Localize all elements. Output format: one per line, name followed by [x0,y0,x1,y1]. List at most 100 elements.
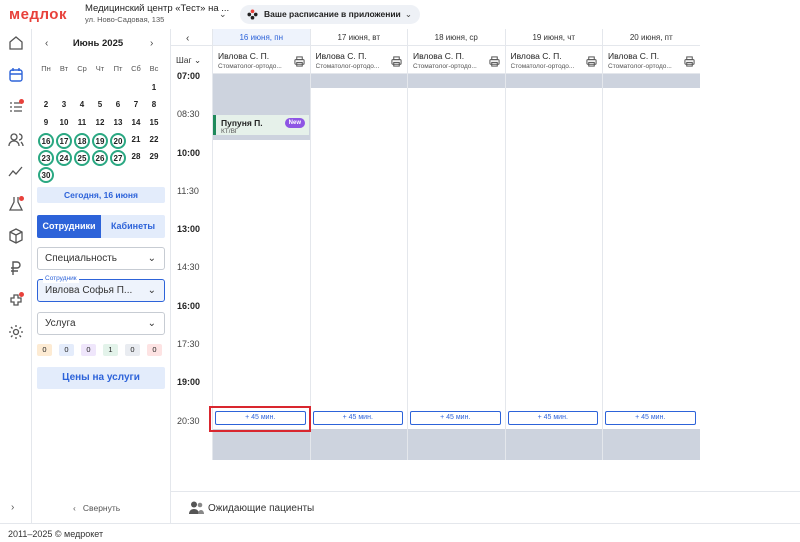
service-select-value: Услуга [45,318,76,329]
doctor-cell[interactable]: Ивлова С. П. Стоматолог-ортодо... [602,46,700,74]
calendar-day[interactable]: 8 [146,98,162,114]
calendar-day[interactable]: 17 [56,133,72,149]
doctor-cell[interactable]: Ивлова С. П. Стоматолог-ортодо... [407,46,505,74]
ruble-icon[interactable] [8,260,24,276]
calendar-day[interactable]: 16 [38,133,54,149]
status-counter[interactable]: 0 [59,344,74,356]
calendar-day[interactable]: 21 [128,133,144,149]
analytics-icon[interactable] [8,164,24,180]
status-counter[interactable]: 0 [37,344,52,356]
calendar-day[interactable]: 28 [128,150,144,166]
new-badge: New [284,118,305,128]
time-label: 13:00 [177,224,201,234]
step-select[interactable]: Шаг ⌄ [176,55,201,66]
add-slot-button[interactable]: + 45 мин. [507,411,598,425]
calendar-day[interactable]: 24 [56,150,72,166]
print-icon[interactable] [488,56,500,67]
calendar-day[interactable]: 30 [38,167,54,183]
calendar-day[interactable]: 20 [110,133,126,149]
print-icon[interactable] [586,56,597,67]
day-header[interactable]: 17 июня, вт [309,29,407,46]
closed-period [505,429,602,460]
calendar-day[interactable]: 27 [110,150,126,166]
add-slot-button[interactable]: + 45 мин. [312,411,403,425]
home-icon[interactable] [8,35,24,51]
calendar-day[interactable]: 22 [146,133,162,149]
status-counter[interactable]: 1 [103,344,118,356]
calendar-day[interactable]: 10 [56,116,72,132]
calendar-day[interactable]: 23 [38,150,54,166]
waiting-patients-bar[interactable]: Ожидающие пациенты [171,491,800,523]
calendar-day[interactable]: 5 [92,98,108,114]
closed-period [408,429,505,460]
status-counter[interactable]: 0 [125,344,140,356]
calendar-day[interactable]: 25 [74,150,90,166]
next-month-icon[interactable]: › [150,38,153,49]
calendar-day[interactable]: 2 [38,98,54,114]
calendar-day[interactable]: 1 [146,81,162,97]
day-column[interactable] [602,74,700,460]
day-header[interactable]: 16 июня, пн [212,29,310,46]
day-column[interactable] [309,74,407,460]
add-slot-button[interactable]: + 45 мин. [410,411,501,425]
calendar-day[interactable]: 11 [74,116,90,132]
calendar-day[interactable]: 15 [146,116,162,132]
doctor-specialty: Стоматолог-ортодо... [218,63,282,70]
settings-icon[interactable] [8,324,24,340]
calendar-day[interactable]: 7 [128,98,144,114]
calendar-day[interactable]: 4 [74,98,90,114]
calendar-day[interactable]: 3 [56,98,72,114]
users-icon[interactable] [8,132,24,148]
calendar-day[interactable]: 6 [110,98,126,114]
doctor-name: Ивлова С. П. [608,51,660,61]
lab-icon[interactable] [8,196,24,212]
day-header[interactable]: 19 июня, чт [504,29,602,46]
print-icon[interactable] [293,56,305,67]
print-icon[interactable] [683,56,695,67]
calendar-day[interactable]: 14 [128,116,144,132]
service-select[interactable]: Услуга ⌄ [37,312,165,335]
tab-rooms[interactable]: Кабинеты [101,215,165,238]
clinic-address: ул. Ново-Садовая, 135 [85,15,165,24]
app-promo-button[interactable]: Ваше расписание в приложении ⌄ [240,5,420,24]
clinic-dropdown-chevron-icon[interactable]: ⌄ [219,9,227,20]
closed-period [603,429,700,460]
status-counter[interactable]: 0 [81,344,96,356]
day-column[interactable] [504,74,602,460]
appointment-card[interactable]: Пупуня П. КТ/ВГ New [213,115,309,135]
calendar-day[interactable]: 29 [146,150,162,166]
calendar-day[interactable]: 26 [92,150,108,166]
status-counter[interactable]: 0 [147,344,162,356]
employee-select-label: Сотрудник [43,274,79,283]
clinic-name[interactable]: Медицинский центр «Тест» на ... [85,3,229,14]
specialty-select[interactable]: Специальность ⌄ [37,247,165,270]
day-column[interactable] [407,74,505,460]
specialty-select-value: Специальность [45,253,117,264]
print-icon[interactable] [391,56,402,67]
collapse-button[interactable]: ‹ Свернуть [73,503,120,513]
day-header[interactable]: 20 июня, пт [602,29,700,46]
calendar-day[interactable]: 12 [92,116,108,132]
today-button[interactable]: Сегодня, 16 июня [37,187,165,203]
tasks-icon[interactable] [8,99,24,115]
calendar-day[interactable]: 13 [110,116,126,132]
doctor-cell[interactable]: Ивлова С. П. Стоматолог-ортодо... [212,46,310,74]
tab-staff[interactable]: Сотрудники [37,215,101,238]
integrations-icon[interactable] [8,292,24,308]
add-slot-button[interactable]: + 45 мин. [605,411,696,425]
calendar-day[interactable]: 9 [38,116,54,132]
calendar-icon[interactable] [8,67,24,83]
day-header[interactable]: 18 июня, ср [407,29,505,46]
logo[interactable]: медлок [9,6,67,23]
weekday-label: Пн [41,64,51,73]
doctor-cell[interactable]: Ивлова С. П. Стоматолог-ортодо... [504,46,602,74]
closed-period [408,74,505,88]
weekday-label: Вс [149,64,159,73]
box-icon[interactable] [8,228,24,244]
calendar-day[interactable]: 18 [74,133,90,149]
expand-sidebar-icon[interactable]: › [11,502,14,513]
calendar-day[interactable]: 19 [92,133,108,149]
service-prices-button[interactable]: Цены на услуги [37,367,165,389]
employee-select[interactable]: Сотрудник Ивлова Софья П... ⌄ [37,274,165,302]
doctor-cell[interactable]: Ивлова С. П. Стоматолог-ортодо... [309,46,407,74]
